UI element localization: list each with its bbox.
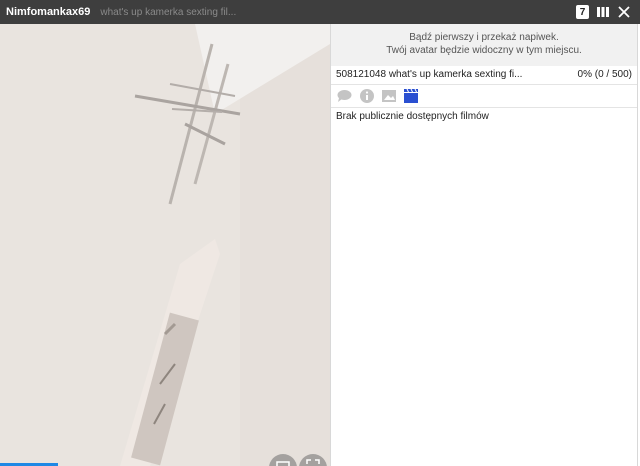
room-subject: what's up kamerka sexting fil... <box>100 6 237 18</box>
video-player[interactable] <box>0 24 330 466</box>
tip-prompt-line1: Bądź pierwszy i przekaż napiwek. <box>409 32 559 43</box>
goal-progress: 0% (0 / 500) <box>577 69 632 80</box>
theater-mode-icon <box>276 459 290 466</box>
close-icon[interactable] <box>617 5 631 19</box>
broadcaster-username[interactable]: Nimfomankax69 <box>6 6 90 18</box>
fullscreen-icon <box>306 458 320 466</box>
video-frame <box>0 24 330 466</box>
goal-description: 508121048 what's up kamerka sexting fi..… <box>336 69 523 80</box>
top-bar: Nimfomankax69 what's up kamerka sexting … <box>0 0 640 24</box>
tip-prompt: Bądź pierwszy i przekaż napiwek. Twój av… <box>331 24 637 66</box>
panel-tabs <box>331 85 637 108</box>
tip-prompt-line2: Twój avatar będzie widoczny w tym miejsc… <box>386 45 582 56</box>
goal-row: 508121048 what's up kamerka sexting fi..… <box>331 66 637 85</box>
image-icon[interactable] <box>381 88 397 104</box>
video-clapper-icon[interactable] <box>403 88 419 104</box>
chat-icon[interactable] <box>336 88 352 104</box>
viewer-count-badge[interactable]: 7 <box>576 5 589 19</box>
side-panel: Bądź pierwszy i przekaż napiwek. Twój av… <box>330 24 638 466</box>
no-videos-message: Brak publicznie dostępnych filmów <box>336 111 489 122</box>
info-icon[interactable] <box>359 88 375 104</box>
columns-icon[interactable] <box>596 5 610 19</box>
